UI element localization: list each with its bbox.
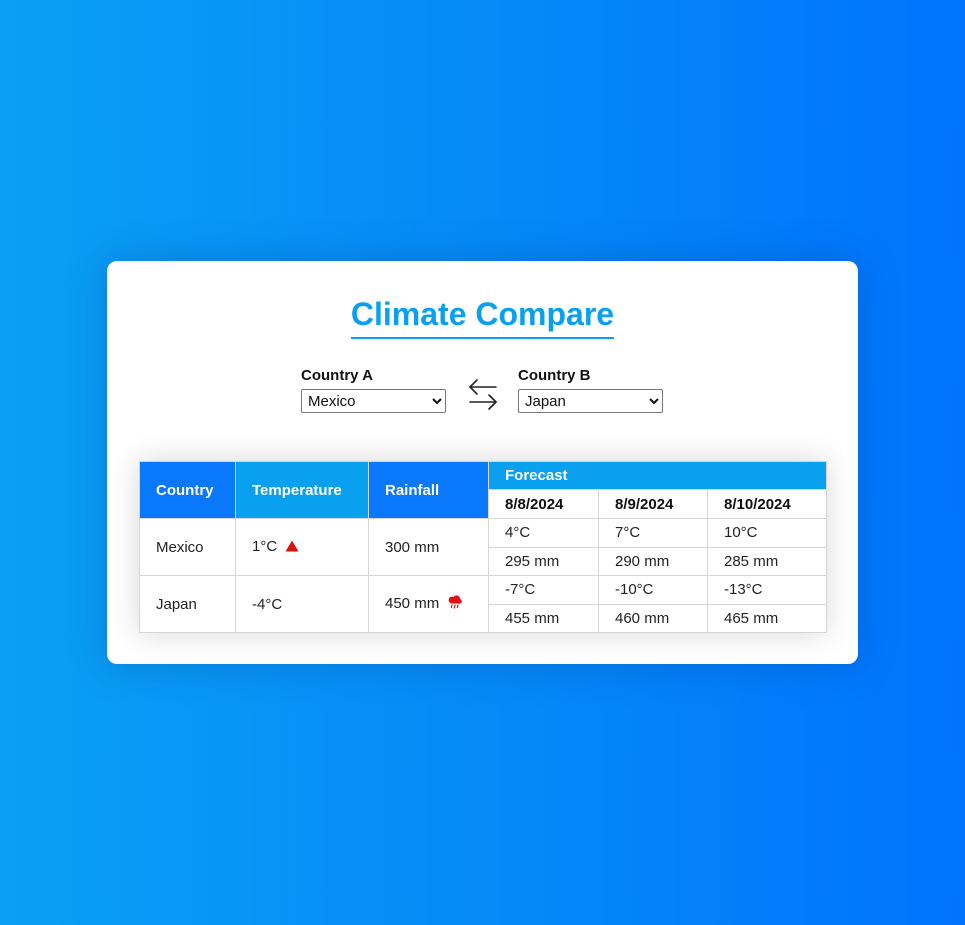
comparison-table: Country Temperature Rainfall Forecast 8/…	[139, 461, 828, 633]
header-country: Country	[139, 461, 236, 519]
climate-compare-card: Climate Compare Country A Mexico Country…	[107, 261, 858, 664]
swap-arrows-icon	[469, 379, 497, 410]
forecast-rain-cell: 285 mm	[706, 546, 828, 576]
table-row: Japan -4°C 450 mm -7°C -10°C -13°C	[139, 575, 828, 633]
forecast-temp-cell: 7°C	[598, 518, 708, 548]
table-row: Mexico 1°C 300 mm 4°C 7°C 10°C	[139, 518, 828, 576]
rainfall-value: 450 mm	[385, 594, 440, 612]
temperature-cell: -4°C	[235, 575, 369, 633]
forecast-rain-cell: 290 mm	[598, 546, 708, 576]
title-wrap: Climate Compare	[107, 295, 858, 339]
country-b-select[interactable]: Japan	[518, 389, 663, 413]
forecast-temp-cell: -7°C	[488, 575, 599, 605]
forecast-rain-cell: 455 mm	[488, 603, 599, 633]
country-cell: Mexico	[139, 518, 236, 576]
forecast-date: 8/8/2024	[488, 489, 599, 519]
comparison-table-wrap: Country Temperature Rainfall Forecast 8/…	[139, 461, 828, 633]
forecast-temp-cell: 10°C	[706, 518, 828, 548]
forecast-rain-cell: 460 mm	[598, 603, 708, 633]
header-rainfall: Rainfall	[368, 461, 489, 519]
rainfall-cell: 300 mm	[368, 518, 489, 576]
forecast-temp-cell: -13°C	[706, 575, 828, 605]
forecast-date: 8/10/2024	[706, 489, 828, 519]
country-a-selector: Country A Mexico	[301, 367, 446, 413]
forecast-date: 8/9/2024	[598, 489, 708, 519]
rainfall-cell: 450 mm	[368, 575, 489, 633]
page-title: Climate Compare	[350, 295, 615, 339]
forecast-rain-cell: 465 mm	[706, 603, 828, 633]
rain-cloud-icon	[447, 595, 463, 613]
forecast-rain-cell: 295 mm	[488, 546, 599, 576]
country-a-select[interactable]: Mexico	[301, 389, 446, 413]
temperature-cell: 1°C	[235, 518, 369, 576]
country-b-selector: Country B Japan	[518, 367, 663, 413]
warning-triangle-icon	[285, 539, 299, 556]
header-temperature: Temperature	[235, 461, 369, 519]
country-cell: Japan	[139, 575, 236, 633]
header-forecast: Forecast	[487, 461, 828, 490]
forecast-temp-cell: -10°C	[598, 575, 708, 605]
forecast-temp-cell: 4°C	[488, 518, 599, 548]
country-b-label: Country B	[518, 367, 591, 384]
temperature-value: 1°C	[252, 538, 278, 556]
swap-button[interactable]	[467, 377, 499, 411]
country-a-label: Country A	[301, 367, 373, 384]
